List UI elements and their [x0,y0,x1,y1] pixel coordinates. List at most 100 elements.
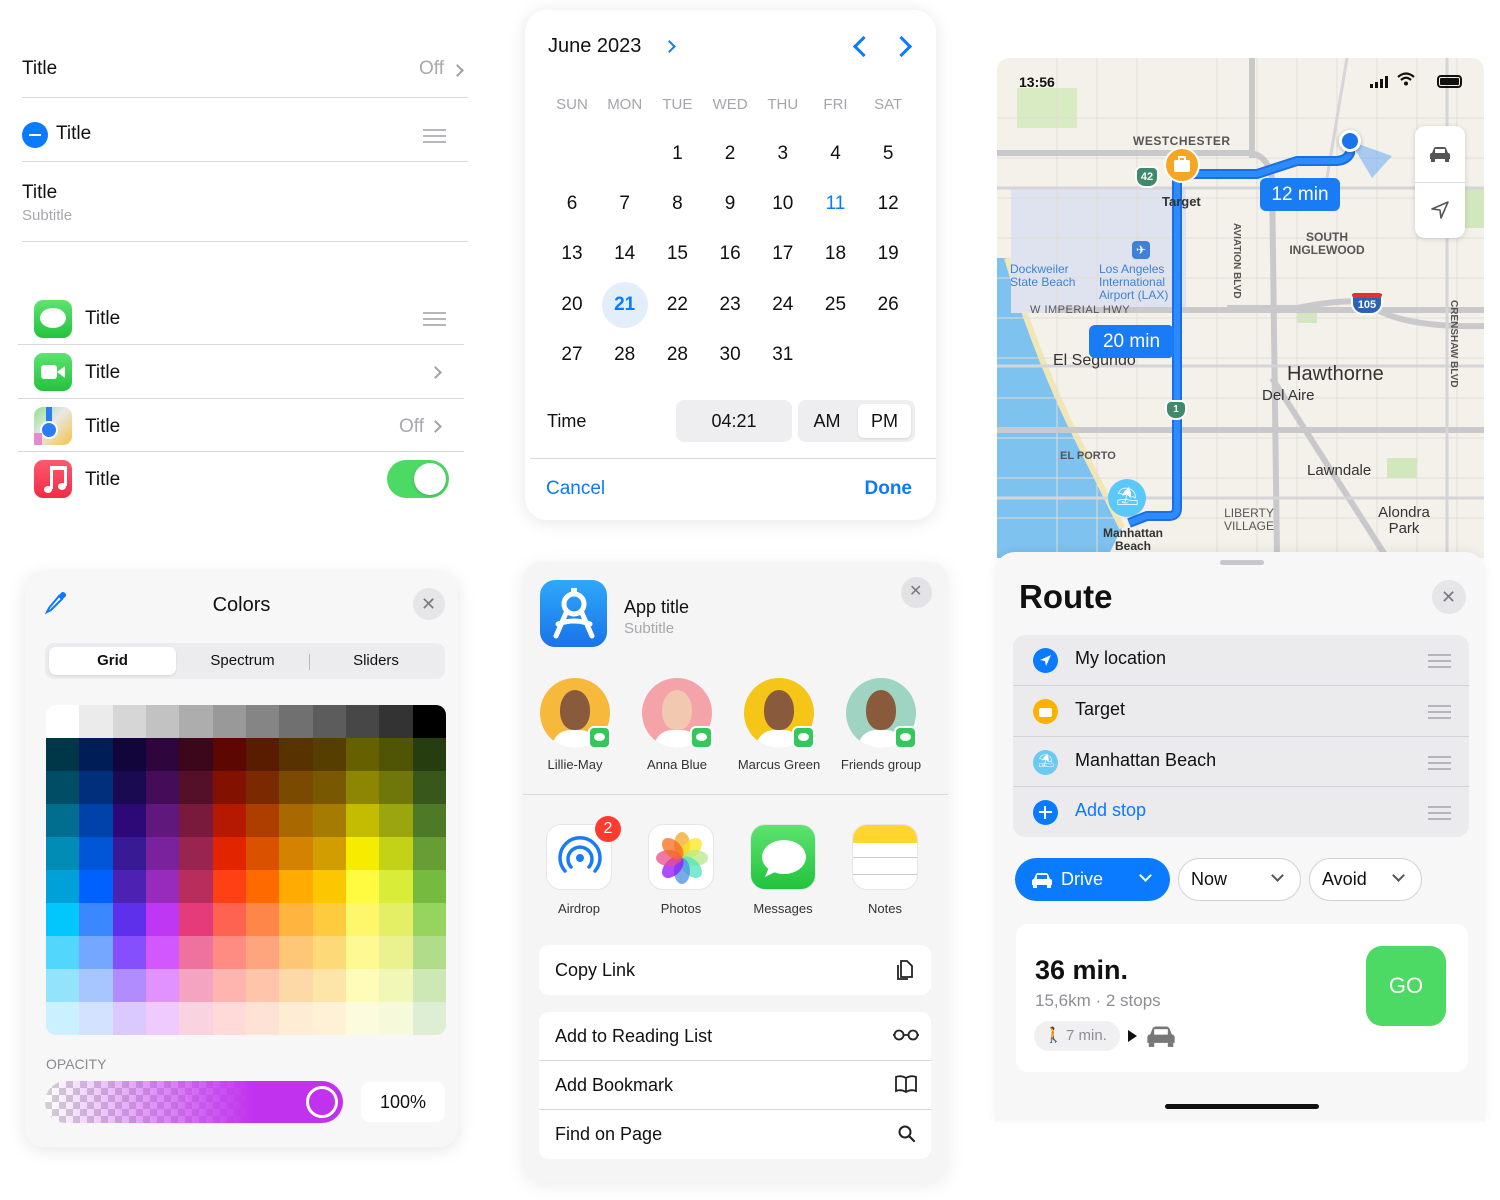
color-swatch[interactable] [412,705,446,739]
reorder-handle-icon[interactable] [423,129,446,143]
color-swatch[interactable] [379,804,414,838]
color-swatch[interactable] [346,903,380,937]
color-swatch[interactable] [112,771,147,805]
color-swatch[interactable] [246,936,280,970]
calendar-day[interactable]: 26 [865,294,911,340]
color-swatch[interactable] [46,738,80,772]
color-swatch[interactable] [279,1002,314,1035]
color-swatch[interactable] [46,837,80,871]
color-swatch[interactable] [312,705,347,739]
color-swatch[interactable] [212,1002,247,1035]
share-contact[interactable]: Marcus Green [738,678,820,778]
color-swatch[interactable] [279,903,314,937]
color-swatch[interactable] [212,738,247,772]
color-swatch[interactable] [146,738,180,772]
color-swatch[interactable] [412,804,446,838]
color-swatch[interactable] [279,771,314,805]
color-swatch[interactable] [79,771,114,805]
route-summary-card[interactable]: 36 min. 15,6km · 2 stops 🚶 7 min. GO [1016,924,1468,1072]
color-swatch[interactable] [179,969,214,1003]
share-app-messages[interactable]: Messages [750,824,816,924]
color-swatch[interactable] [346,705,380,739]
color-swatch[interactable] [312,903,347,937]
color-swatch[interactable] [79,936,114,970]
color-swatch[interactable] [79,705,114,739]
map-view[interactable]: WESTCHESTER Target Dockweiler State Beac… [997,58,1484,558]
calendar-day[interactable]: 28 [602,344,648,390]
color-swatch[interactable] [412,1002,446,1035]
color-swatch[interactable] [246,903,280,937]
color-swatch[interactable] [146,936,180,970]
color-swatch[interactable] [112,1002,147,1035]
route-stop[interactable]: My location [1013,635,1469,685]
color-swatch[interactable] [112,705,147,739]
reorder-handle-icon[interactable] [1428,654,1451,668]
list-row-facetime[interactable]: Title [18,352,464,392]
color-swatch[interactable] [112,738,147,772]
reorder-handle-icon[interactable] [1428,705,1451,719]
color-swatch[interactable] [312,837,347,871]
color-swatch[interactable] [312,738,347,772]
tab-sliders[interactable]: Sliders [311,647,441,675]
color-swatch[interactable] [112,804,147,838]
color-swatch[interactable] [146,1002,180,1035]
color-swatch[interactable] [46,804,80,838]
color-swatch[interactable] [146,837,180,871]
opacity-slider-thumb[interactable] [306,1086,338,1118]
color-swatch[interactable] [46,969,80,1003]
color-swatch[interactable] [46,936,80,970]
calendar-day[interactable]: 8 [654,193,700,239]
color-swatch[interactable] [312,804,347,838]
color-swatch[interactable] [179,771,214,805]
calendar-day[interactable]: 31 [760,344,806,390]
color-swatch[interactable] [412,936,446,970]
calendar-day[interactable]: 20 [549,294,595,340]
color-swatch[interactable] [312,870,347,904]
reorder-handle-icon[interactable] [1428,806,1451,820]
color-swatch[interactable] [246,870,280,904]
done-button[interactable]: Done [865,478,913,500]
color-swatch[interactable] [279,804,314,838]
next-month-button[interactable] [890,35,913,58]
color-swatch[interactable] [79,804,114,838]
calendar-day[interactable]: 25 [813,294,859,340]
month-label[interactable]: June 2023 [548,35,641,58]
calendar-day[interactable]: 18 [813,243,859,289]
color-swatch[interactable] [379,1002,414,1035]
close-button[interactable]: ✕ [1432,580,1466,614]
am-segment[interactable]: AM [798,400,856,442]
color-swatch[interactable] [346,738,380,772]
reorder-handle-icon[interactable] [423,312,446,326]
avoid-dropdown[interactable]: Avoid [1309,858,1422,901]
find-on-page-action[interactable]: Find on Page [539,1110,931,1158]
share-contact[interactable]: Anna Blue [642,678,713,778]
color-swatch[interactable] [279,738,314,772]
calendar-day[interactable]: 28 [654,344,700,390]
color-swatch[interactable] [246,1002,280,1035]
color-swatch[interactable] [146,771,180,805]
color-swatch[interactable] [212,969,247,1003]
copy-link-action[interactable]: Copy Link [539,945,931,995]
color-swatch[interactable] [346,804,380,838]
cancel-button[interactable]: Cancel [546,478,605,500]
calendar-day[interactable]: 11 [813,193,859,239]
calendar-day[interactable]: 16 [707,243,753,289]
calendar-day[interactable]: 3 [760,143,806,189]
list-row-maps[interactable]: Title Off [18,406,464,446]
calendar-day[interactable]: 10 [760,193,806,239]
share-app-notes[interactable]: Notes [852,824,918,924]
month-expand-chevron-icon[interactable] [663,40,676,53]
color-swatch[interactable] [379,903,414,937]
calendar-day[interactable]: 19 [865,243,911,289]
calendar-day[interactable]: 24 [760,294,806,340]
color-swatch[interactable] [179,936,214,970]
departure-time-dropdown[interactable]: Now [1178,858,1301,901]
close-button[interactable]: ✕ [413,588,445,620]
list-row-editable[interactable]: Title [22,122,468,148]
color-swatch[interactable] [246,804,280,838]
color-swatch[interactable] [46,1002,80,1035]
color-swatch[interactable] [246,738,280,772]
color-swatch[interactable] [279,969,314,1003]
transport-mode-dropdown[interactable]: Drive [1015,858,1170,901]
calendar-day[interactable]: 17 [760,243,806,289]
